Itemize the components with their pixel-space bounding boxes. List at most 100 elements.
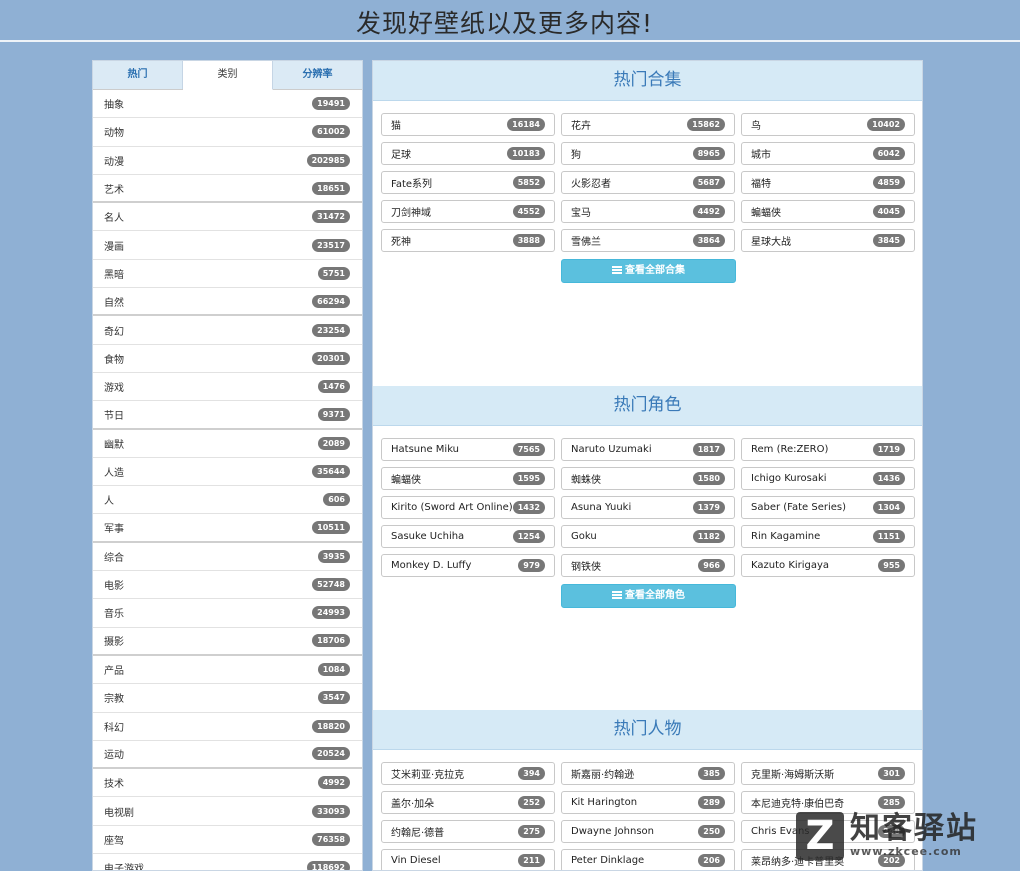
category-name: 食物 [104,354,124,366]
category-name: 音乐 [104,609,124,621]
featured-item[interactable]: 火影忍者 5687 [561,171,735,194]
featured-item[interactable]: 星球大战 3845 [741,229,915,252]
tab-popular[interactable]: 热门 [93,61,183,89]
item-name: Rem (Re:ZERO) [751,444,829,455]
featured-item[interactable]: Saber (Fate Series) 1304 [741,496,915,519]
tab-categories[interactable]: 类别 [183,61,273,90]
category-item[interactable]: 艺术 18651 [93,175,362,204]
category-item[interactable]: 动漫 202985 [93,147,362,175]
featured-item[interactable]: Kazuto Kirigaya 955 [741,554,915,577]
featured-item[interactable]: 约翰尼·德普 275 [381,820,555,843]
category-item[interactable]: 座驾 76358 [93,826,362,855]
featured-item[interactable]: 死神 3888 [381,229,555,252]
watermark-logo-icon: Z [796,811,844,860]
category-item[interactable]: 人 606 [93,486,362,515]
featured-item[interactable]: Rem (Re:ZERO) 1719 [741,438,915,461]
button-label: 查看全部角色 [625,590,685,601]
category-item[interactable]: 漫画 23517 [93,231,362,260]
count-badge: 4045 [872,205,905,218]
featured-item[interactable]: 蝙蝠侠 1595 [381,467,555,490]
count-badge: 7565 [512,443,545,456]
featured-item[interactable]: 城市 6042 [741,142,915,165]
featured-item[interactable]: 蜘蛛侠 1580 [561,467,735,490]
category-item[interactable]: 电视剧 33093 [93,797,362,826]
featured-item[interactable]: Hatsune Miku 7565 [381,438,555,461]
category-item[interactable]: 节日 9371 [93,401,362,430]
featured-item[interactable]: Dwayne Johnson 250 [561,820,735,843]
count-badge: 10511 [312,521,350,535]
category-item[interactable]: 食物 20301 [93,345,362,373]
featured-item[interactable]: Rin Kagamine 1151 [741,525,915,548]
featured-item[interactable]: 斯嘉丽·约翰逊 385 [561,762,735,785]
category-item[interactable]: 奇幻 23254 [93,316,362,345]
category-item[interactable]: 游戏 1476 [93,373,362,402]
featured-item[interactable]: 雪佛兰 3864 [561,229,735,252]
category-item[interactable]: 宗教 3547 [93,684,362,713]
item-name: Peter Dinklage [571,855,645,866]
category-item[interactable]: 运动 20524 [93,741,362,770]
featured-item[interactable]: 狗 8965 [561,142,735,165]
featured-item[interactable]: Ichigo Kurosaki 1436 [741,467,915,490]
category-item[interactable]: 技术 4992 [93,769,362,798]
featured-item[interactable]: Fate系列 5852 [381,171,555,194]
featured-item[interactable]: Goku 1182 [561,525,735,548]
featured-item[interactable]: 钢铁侠 966 [561,554,735,577]
count-badge: 211 [518,854,545,867]
featured-item[interactable]: Vin Diesel 211 [381,849,555,870]
item-name: 艾米莉亚·克拉克 [391,770,465,781]
count-badge: 20524 [312,747,350,761]
featured-item[interactable]: 猫 16184 [381,113,555,136]
category-item[interactable]: 综合 3935 [93,543,362,572]
featured-item[interactable]: 福特 4859 [741,171,915,194]
featured-item[interactable]: 鸟 10402 [741,113,915,136]
category-item[interactable]: 幽默 2089 [93,430,362,458]
count-badge: 1182 [692,530,725,543]
category-item[interactable]: 军事 10511 [93,514,362,543]
featured-item[interactable]: 花卉 15862 [561,113,735,136]
count-badge: 118692 [306,860,350,870]
category-name: 艺术 [104,184,124,196]
count-badge: 6042 [872,147,905,160]
category-item[interactable]: 动物 61002 [93,118,362,147]
category-item[interactable]: 名人 31472 [93,203,362,232]
item-name: Naruto Uzumaki [571,444,652,455]
featured-item[interactable]: 艾米莉亚·克拉克 394 [381,762,555,785]
item-name: 克里斯·海姆斯沃斯 [751,770,835,781]
count-badge: 4859 [872,176,905,189]
featured-item[interactable]: Monkey D. Luffy 979 [381,554,555,577]
count-badge: 31472 [312,210,350,224]
featured-item[interactable]: 宝马 4492 [561,200,735,223]
category-item[interactable]: 摄影 18706 [93,628,362,656]
view-all-characters-button[interactable]: 查看全部角色 [561,584,736,608]
category-item[interactable]: 自然 66294 [93,288,362,317]
category-name: 摄影 [104,637,124,649]
category-item[interactable]: 音乐 24993 [93,599,362,628]
count-badge: 3935 [317,549,350,563]
featured-item[interactable]: 足球 10183 [381,142,555,165]
featured-item[interactable]: 盖尔·加朵 252 [381,791,555,814]
featured-item[interactable]: Naruto Uzumaki 1817 [561,438,735,461]
category-item[interactable]: 电子游戏 118692 [93,854,362,870]
featured-item[interactable]: Asuna Yuuki 1379 [561,496,735,519]
category-item[interactable]: 抽象 19491 [93,90,362,119]
item-name: 猫 [391,121,401,132]
featured-item[interactable]: 克里斯·海姆斯沃斯 301 [741,762,915,785]
category-item[interactable]: 科幻 18820 [93,713,362,741]
featured-item[interactable]: Sasuke Uchiha 1254 [381,525,555,548]
featured-item[interactable]: Kit Harington 289 [561,791,735,814]
section-title: 热门合集 [373,61,922,101]
collection-grid: 猫 16184 花卉 15862 鸟 10402 足球 10183 狗 8965 城市 6042 Fat… [381,113,916,252]
tab-resolution[interactable]: 分辨率 [273,61,362,89]
category-item[interactable]: 人造 35644 [93,458,362,487]
featured-item[interactable]: Peter Dinklage 206 [561,849,735,870]
category-item[interactable]: 产品 1084 [93,656,362,685]
featured-item[interactable]: 蝙蝠侠 4045 [741,200,915,223]
count-badge: 252 [518,796,545,809]
category-item[interactable]: 黑暗 5751 [93,260,362,289]
featured-panel: 热门合集 猫 16184 花卉 15862 鸟 10402 足球 10183 狗 8965 城市 60… [372,60,923,871]
featured-item[interactable]: Kirito (Sword Art Online) 1432 [381,496,555,519]
category-item[interactable]: 电影 52748 [93,571,362,600]
view-all-collections-button[interactable]: 查看全部合集 [561,259,736,283]
featured-item[interactable]: 刀剑神域 4552 [381,200,555,223]
count-badge: 250 [698,825,725,838]
